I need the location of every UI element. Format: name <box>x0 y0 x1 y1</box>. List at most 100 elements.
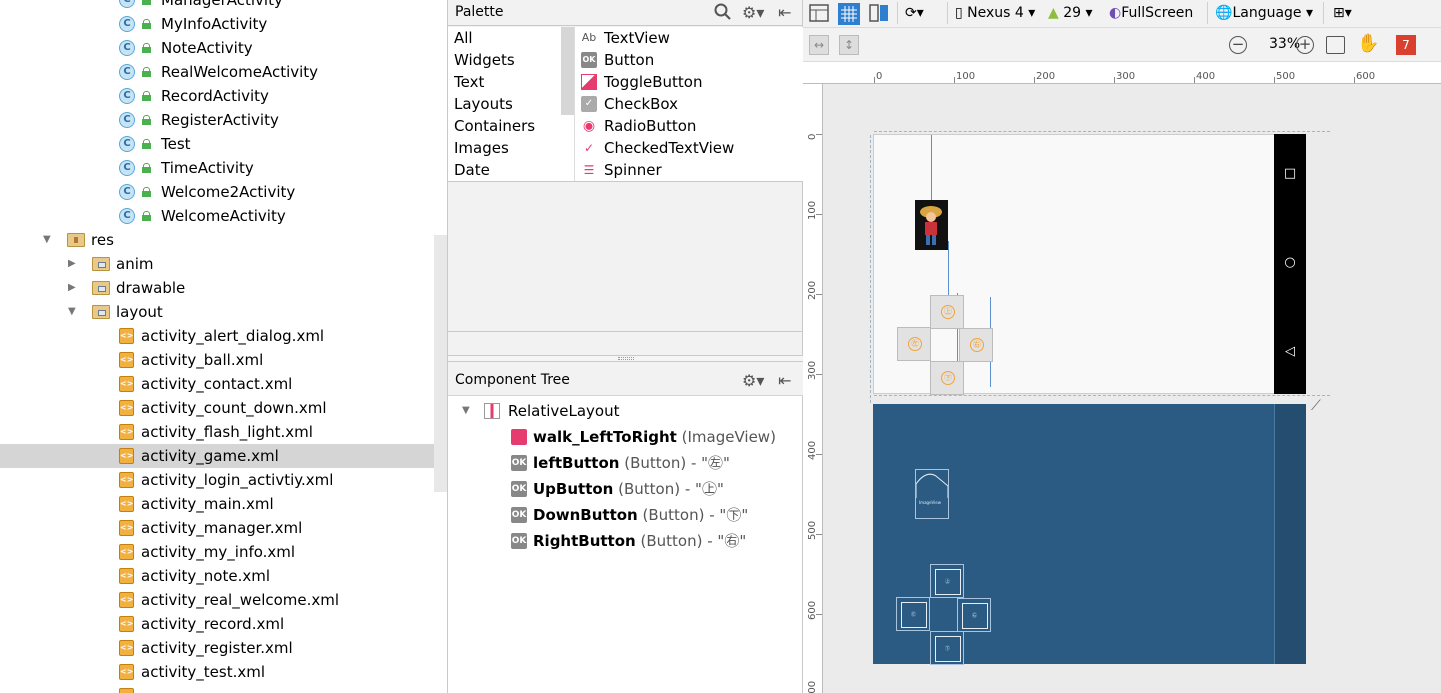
chevron-down-icon[interactable]: ▼ <box>43 228 55 252</box>
tree-item-folder[interactable]: ▶ anim <box>0 252 447 276</box>
layout-variants-icon[interactable]: ⊞▾ <box>1333 3 1352 23</box>
tree-item-layout-file[interactable]: <> activity_main.xml <box>0 492 447 516</box>
zoom-out-icon[interactable]: − <box>1229 36 1247 54</box>
tree-item-layout-file[interactable]: <> activity_contact.xml <box>0 372 447 396</box>
blueprint-up-button[interactable]: ㊤ <box>930 564 964 598</box>
togglebutton-icon <box>581 74 597 90</box>
blueprint-view-icon[interactable] <box>838 3 860 25</box>
palette-item[interactable]: ToggleButton <box>575 71 803 93</box>
zoom-to-fit-icon[interactable] <box>1326 36 1345 54</box>
tree-item-layout-file[interactable]: <> activity_manager.xml <box>0 516 447 540</box>
palette-category[interactable]: Widgets <box>454 49 515 71</box>
spinner-icon: ☰ <box>583 163 595 177</box>
split-view-icon[interactable] <box>869 3 889 23</box>
tree-item-class[interactable]: C WelcomeActivity <box>0 204 447 228</box>
tree-item-class[interactable]: C NoteActivity <box>0 36 447 60</box>
tree-item-layout-file[interactable]: <> activity_login_activtiy.xml <box>0 468 447 492</box>
recent-apps-icon[interactable]: □ <box>1274 166 1306 181</box>
tree-item-class[interactable]: C Welcome2Activity <box>0 180 447 204</box>
up-button[interactable]: ㊤ <box>930 295 964 329</box>
expand-horizontal-icon[interactable]: ↔ <box>809 35 829 55</box>
palette-category[interactable]: Containers <box>454 115 535 137</box>
component-type: (ImageView) <box>681 428 776 446</box>
tree-item-class[interactable]: C RecordActivity <box>0 84 447 108</box>
back-icon[interactable]: ◁ <box>1274 344 1306 359</box>
palette-category[interactable]: All <box>454 27 473 49</box>
tree-item-layout-file[interactable]: <> activity_register.xml <box>0 636 447 660</box>
pan-hand-icon[interactable]: ✋ <box>1357 33 1379 54</box>
palette-item-label: ToggleButton <box>604 73 703 91</box>
tree-item-folder[interactable]: ▶ drawable <box>0 276 447 300</box>
palette-category[interactable]: Images <box>454 137 509 159</box>
issues-badge[interactable]: 7 <box>1396 35 1416 55</box>
palette-item[interactable]: ✓ CheckedTextView <box>575 137 803 159</box>
tree-item-class[interactable]: C Test <box>0 132 447 156</box>
chevron-down-icon[interactable]: ▼ <box>462 398 470 424</box>
api-selector[interactable]: ▲ 29 ▾ <box>1048 3 1093 23</box>
tree-item-layout-file[interactable]: <> activity_count_down.xml <box>0 396 447 420</box>
project-tree: C ManagerActivity C MyInfoActivity C NoteActi… <box>0 0 447 693</box>
tree-item-layout-file[interactable]: <> activity_my_info.xml <box>0 540 447 564</box>
chevron-right-icon[interactable]: ▶ <box>68 276 80 300</box>
palette-item[interactable]: ☰ Spinner <box>575 159 803 181</box>
tree-item-layout-file[interactable]: <> activity_game.xml <box>0 444 447 468</box>
tree-item-layout-file[interactable]: <> activity_real_welcome.xml <box>0 588 447 612</box>
design-view-icon[interactable] <box>809 3 829 23</box>
palette-item[interactable]: ✓ CheckBox <box>575 93 803 115</box>
tree-item-class[interactable]: C TimeActivity <box>0 156 447 180</box>
chevron-right-icon[interactable]: ▶ <box>68 252 80 276</box>
project-tree-scrollbar[interactable] <box>434 235 447 492</box>
tree-item-layout-file[interactable]: <> activity_note.xml <box>0 564 447 588</box>
tree-item-layout-file[interactable]: <> activity_test.xml <box>0 660 447 684</box>
palette-category[interactable]: Date <box>454 159 490 181</box>
language-selector[interactable]: 🌐Language ▾ <box>1215 3 1313 23</box>
blueprint-down-button[interactable]: ㊦ <box>930 631 964 665</box>
tree-item-label: Test <box>161 135 191 153</box>
tree-item-class[interactable]: C RegisterActivity <box>0 108 447 132</box>
hide-panel-icon[interactable]: ⇤ <box>778 371 791 390</box>
tree-item-class[interactable]: C ManagerActivity <box>0 0 447 12</box>
tree-item-layout-file[interactable]: <> activity_ball.xml <box>0 348 447 372</box>
down-button-label: ㊦ <box>941 371 955 385</box>
zoom-in-icon[interactable]: + <box>1296 36 1314 54</box>
design-surface[interactable]: ㊤ ㊧ ㊨ ㊦ <box>870 131 1330 403</box>
palette-category[interactable]: Text <box>454 71 484 93</box>
palette-item[interactable]: OK Button <box>575 49 803 71</box>
orientation-icon[interactable]: ⟳▾ <box>905 3 924 23</box>
palette-item[interactable]: ◉ RadioButton <box>575 115 803 137</box>
checkbox-icon: ✓ <box>581 96 597 112</box>
blueprint-left-button[interactable]: ㊧ <box>896 597 930 631</box>
button-icon: OK <box>511 481 527 497</box>
tree-item-layout-file[interactable]: <> activity_alert_dialog.xml <box>0 324 447 348</box>
expand-vertical-icon[interactable]: ↕ <box>839 35 859 55</box>
palette-item[interactable]: Ab TextView <box>575 27 803 49</box>
theme-selector[interactable]: ◐FullScreen <box>1109 3 1193 23</box>
palette-category[interactable]: Layouts <box>454 93 513 115</box>
blueprint-right-button[interactable]: ㊨ <box>957 598 991 632</box>
down-button[interactable]: ㊦ <box>930 361 964 395</box>
tree-item-label: activity_real_welcome.xml <box>141 591 340 609</box>
tree-item-layout-file[interactable] <box>0 684 447 693</box>
blueprint-surface[interactable]: ImageView ㊤ ㊧ ㊨ ㊦ <box>873 404 1305 665</box>
right-button[interactable]: ㊨ <box>959 328 993 362</box>
gear-icon[interactable]: ⚙▾ <box>742 371 764 390</box>
walk-imageview[interactable] <box>915 200 948 250</box>
tree-item-res[interactable]: ▼ res <box>0 228 447 252</box>
home-icon[interactable]: ○ <box>1274 255 1306 270</box>
gear-icon[interactable]: ⚙▾ <box>742 3 764 22</box>
search-icon[interactable] <box>714 3 732 25</box>
panel-resize-handle[interactable] <box>448 355 804 362</box>
hide-panel-icon[interactable]: ⇤ <box>778 3 791 22</box>
tree-item-class[interactable]: C MyInfoActivity <box>0 12 447 36</box>
resize-handle-icon[interactable]: ⟋ <box>1311 398 1327 414</box>
chevron-down-icon[interactable]: ▼ <box>68 300 80 324</box>
imageview-placeholder[interactable]: ImageView <box>915 469 949 519</box>
tree-node-label: leftButton (Button) - "㊧" <box>533 450 730 476</box>
tree-item-layout-file[interactable]: <> activity_record.xml <box>0 612 447 636</box>
palette-categories-scrollbar[interactable] <box>561 27 574 115</box>
left-button[interactable]: ㊧ <box>897 327 931 361</box>
tree-item-class[interactable]: C RealWelcomeActivity <box>0 60 447 84</box>
tree-item-layout-file[interactable]: <> activity_flash_light.xml <box>0 420 447 444</box>
tree-item-folder[interactable]: ▼ layout <box>0 300 447 324</box>
device-selector[interactable]: ▯ Nexus 4 ▾ <box>955 3 1035 23</box>
